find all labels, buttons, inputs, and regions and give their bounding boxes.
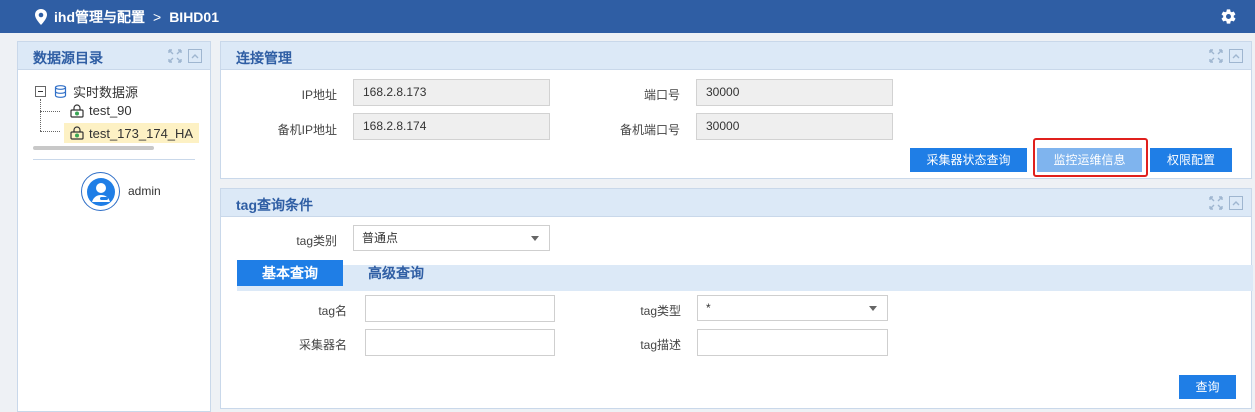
tag-query-panel-title: tag查询条件 bbox=[236, 197, 313, 213]
collapse-icon[interactable] bbox=[1229, 49, 1243, 63]
tag-category-value: 普通点 bbox=[362, 231, 399, 245]
tag-query-panel: tag查询条件 tag类别 普通点 基本查询 高级查询 tag名 tag类型 *… bbox=[220, 188, 1253, 409]
collector-name-label: 采集器名 bbox=[298, 338, 347, 352]
tree-connector-line bbox=[40, 131, 60, 132]
tree-connector-line bbox=[40, 111, 60, 112]
breadcrumb-current: BIHD01 bbox=[169, 8, 219, 25]
collector-status-button[interactable]: 采集器状态查询 bbox=[910, 148, 1027, 172]
query-button[interactable]: 查询 bbox=[1179, 375, 1236, 399]
tag-category-select[interactable]: 普通点 bbox=[353, 225, 550, 251]
tab-advanced-query[interactable]: 高级查询 bbox=[343, 260, 449, 286]
backup-port-field[interactable]: 30000 bbox=[696, 113, 893, 140]
tag-category-label: tag类别 bbox=[296, 234, 337, 248]
tag-type-select[interactable]: * bbox=[697, 295, 888, 321]
location-pin-icon bbox=[34, 8, 48, 25]
tree-item-label: test_173_174_HA bbox=[89, 125, 194, 141]
collector-name-input[interactable] bbox=[365, 329, 555, 356]
connection-panel-title: 连接管理 bbox=[236, 50, 292, 66]
collapse-icon[interactable] bbox=[1229, 196, 1243, 210]
tree-horizontal-scrollbar[interactable] bbox=[33, 146, 154, 150]
sidebar-divider bbox=[33, 159, 195, 160]
expand-icon[interactable] bbox=[1209, 196, 1223, 210]
datasource-node-icon bbox=[70, 103, 84, 118]
expand-icon[interactable] bbox=[1209, 49, 1223, 63]
port-label: 端口号 bbox=[643, 88, 680, 102]
datasource-panel-header: 数据源目录 bbox=[18, 42, 210, 70]
ip-field[interactable]: 168.2.8.173 bbox=[353, 79, 550, 106]
tag-type-value: * bbox=[706, 301, 711, 315]
connection-panel-header: 连接管理 bbox=[221, 42, 1251, 70]
ip-label: IP地址 bbox=[301, 88, 337, 102]
breadcrumb-separator: > bbox=[153, 8, 162, 25]
collapse-icon[interactable] bbox=[188, 49, 202, 63]
tree-root[interactable]: 实时数据源 bbox=[35, 82, 138, 101]
expand-icon[interactable] bbox=[168, 49, 182, 63]
collapse-toggle-icon[interactable] bbox=[35, 86, 46, 97]
settings-gear-icon[interactable] bbox=[1220, 8, 1237, 25]
chevron-down-icon bbox=[869, 306, 877, 311]
tree-connector-line bbox=[40, 99, 41, 131]
backup-port-label: 备机端口号 bbox=[619, 123, 680, 137]
user-avatar[interactable] bbox=[81, 172, 120, 211]
tag-query-panel-header: tag查询条件 bbox=[221, 189, 1251, 217]
port-field[interactable]: 30000 bbox=[696, 79, 893, 106]
database-icon bbox=[54, 85, 67, 98]
username: admin bbox=[128, 184, 161, 198]
datasource-node-icon bbox=[70, 126, 84, 140]
top-bar: ihd管理与配置 > BIHD01 bbox=[0, 0, 1255, 33]
user-avatar-icon bbox=[86, 177, 115, 206]
permissions-button[interactable]: 权限配置 bbox=[1150, 148, 1232, 172]
connection-panel: 连接管理 IP地址 168.2.8.173 端口号 30000 备机IP地址 1… bbox=[220, 41, 1252, 179]
tree-root-label: 实时数据源 bbox=[73, 85, 139, 100]
monitor-ops-button[interactable]: 监控运维信息 bbox=[1037, 148, 1142, 172]
backup-ip-field[interactable]: 168.2.8.174 bbox=[353, 113, 550, 140]
tag-type-label: tag类型 bbox=[640, 304, 681, 318]
tag-desc-label: tag描述 bbox=[640, 338, 681, 352]
datasource-panel-title: 数据源目录 bbox=[33, 50, 103, 66]
breadcrumb-root[interactable]: ihd管理与配置 bbox=[54, 7, 145, 27]
datasource-panel: 数据源目录 实时数据源 test_90 test_173_174_HA admi… bbox=[17, 41, 211, 412]
tab-basic-query[interactable]: 基本查询 bbox=[237, 260, 343, 286]
tag-desc-input[interactable] bbox=[697, 329, 888, 356]
tree-item-test-90[interactable]: test_90 bbox=[70, 103, 132, 118]
tree-item-label: test_90 bbox=[89, 103, 132, 118]
tag-name-label: tag名 bbox=[318, 304, 347, 318]
tree-item-test-173-174-ha[interactable]: test_173_174_HA bbox=[64, 123, 200, 143]
backup-ip-label: 备机IP地址 bbox=[277, 123, 337, 137]
chevron-down-icon bbox=[531, 236, 539, 241]
tag-name-input[interactable] bbox=[365, 295, 555, 322]
